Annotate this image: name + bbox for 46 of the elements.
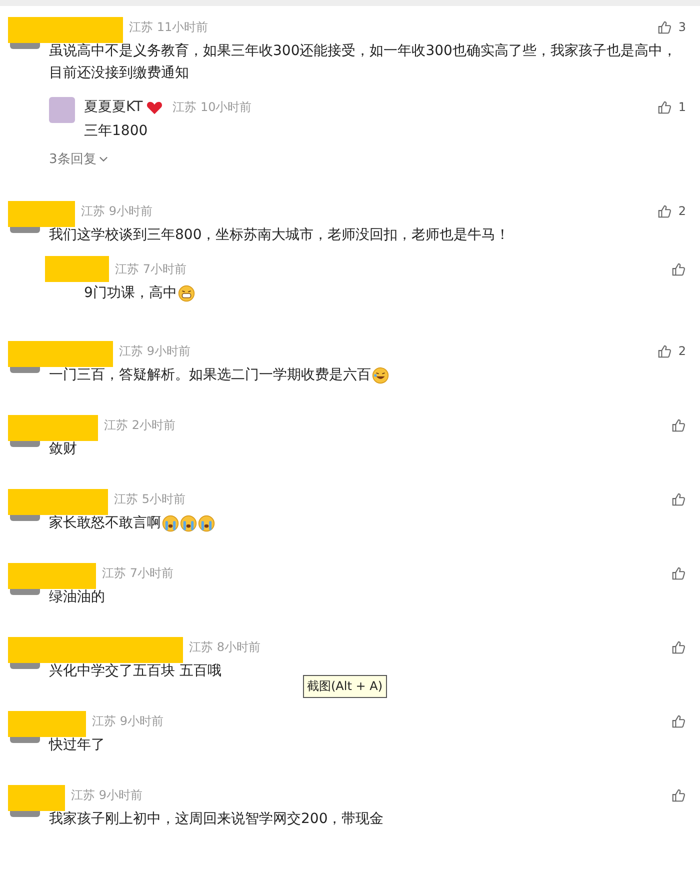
thumbs-up-icon[interactable] <box>671 492 686 506</box>
location-time: 江苏 9小时前 <box>119 342 190 360</box>
user-name[interactable]: 夏夏夏KT <box>84 98 143 116</box>
location-time: 江苏 9小时前 <box>71 786 142 804</box>
crying-emoji-icon <box>198 514 215 532</box>
location-time: 江苏 2小时前 <box>104 416 176 434</box>
like-count: 2 <box>678 344 686 358</box>
location-time: 江苏 9小时前 <box>81 202 152 220</box>
crying-emoji-icon <box>180 514 197 532</box>
like-count: 1 <box>678 100 686 114</box>
thumbs-up-icon[interactable] <box>671 640 686 654</box>
thumbs-up-icon[interactable] <box>671 788 686 802</box>
location-time: 江苏 7小时前 <box>115 260 186 278</box>
location-time: 江苏 8小时前 <box>189 638 260 656</box>
comment-text: 我家孩子刚上初中，这周回来说智学网交200，带现金 <box>49 810 384 829</box>
location-time: 江苏 9小时前 <box>92 712 164 730</box>
tooltip: 截图(Alt + A) <box>303 675 387 698</box>
location-time: 江苏 11小时前 <box>129 18 208 36</box>
thumbs-up-icon[interactable] <box>671 714 686 728</box>
more-replies-link[interactable]: 3条回复 <box>49 150 108 168</box>
thumbs-up-icon[interactable] <box>657 100 672 114</box>
grinning-emoji-icon <box>178 284 195 302</box>
comment-text: 一门三百，答疑解析。如果选二门一学期收费是六百 <box>49 366 371 385</box>
thumbs-up-icon[interactable] <box>671 262 686 276</box>
thumbs-up-icon[interactable] <box>671 566 686 580</box>
reply-text: 三年1800 <box>84 122 148 141</box>
thumbs-up-icon[interactable] <box>657 204 672 218</box>
thumbs-up-icon[interactable] <box>657 344 672 358</box>
thumbs-up-icon[interactable] <box>671 418 686 432</box>
thumbs-up-icon[interactable] <box>657 20 672 34</box>
comment-text: 虽说高中不是义务教育，如果三年收300还能接受，如一年收300也确实高了些，我家孩子也是高中，目前还没接到缴费通知 <box>49 42 678 83</box>
comment-text: 兴化中学交了五百块 五百哦 <box>49 662 222 681</box>
comment-text: 敛财 <box>49 440 77 459</box>
like-count: 2 <box>678 204 686 218</box>
comment-text: 快过年了 <box>49 736 105 755</box>
location-time: 江苏 5小时前 <box>114 490 186 508</box>
location-time: 江苏 7小时前 <box>102 564 174 582</box>
comment-text: 绿油油的 <box>49 588 105 607</box>
comment-text: 家长敢怒不敢言啊 <box>49 514 161 533</box>
laughing-emoji-icon <box>372 366 389 384</box>
caret-icon <box>99 156 108 162</box>
crying-emoji-icon <box>162 514 179 532</box>
location-time: 江苏 10小时前 <box>172 98 252 116</box>
comment-text: 我们这学校谈到三年800，坐标苏南大城市，老师没回扣，老师也是牛马！ <box>49 226 510 245</box>
like-count: 3 <box>678 20 686 34</box>
reply-text: 9门功课，高中 <box>84 284 177 303</box>
